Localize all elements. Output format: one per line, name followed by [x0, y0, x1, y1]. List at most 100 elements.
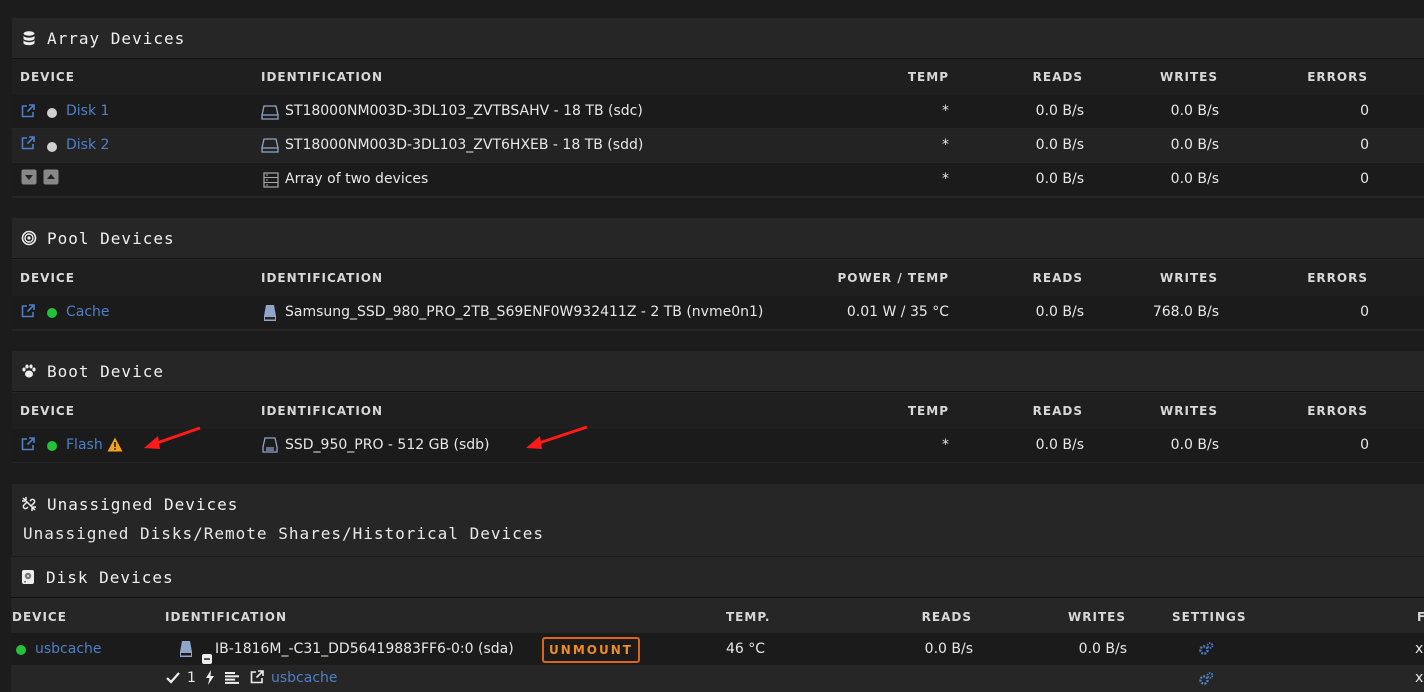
col-reads[interactable]: READS: [1033, 404, 1083, 418]
panel-title: Disk Devices: [46, 567, 174, 587]
device-link-cache[interactable]: Cache: [66, 304, 110, 320]
panel-title: Unassigned Devices: [47, 494, 239, 514]
reads-value: 0.0 B/s: [1035, 103, 1084, 119]
col-reads[interactable]: READS: [1033, 70, 1083, 84]
device-link-disk1[interactable]: Disk 1: [66, 103, 109, 119]
external-link-icon[interactable]: [21, 437, 35, 451]
panel-title: Pool Devices: [47, 228, 175, 248]
array-devices-panel: Array Devices DEVICE IDENTIFICATION TEMP…: [12, 18, 1424, 198]
col-device[interactable]: DEVICE: [20, 271, 75, 285]
annotation-arrow-identification: [526, 425, 588, 449]
boot-device-panel: Boot Device DEVICE IDENTIFICATION TEMP R…: [12, 351, 1424, 463]
table-row: Cache Samsung_SSD_980_PRO_2TB_S69ENF0W93…: [12, 296, 1424, 329]
settings-icon[interactable]: [1198, 641, 1214, 661]
reads-value: 0.0 B/s: [924, 641, 973, 657]
col-identification[interactable]: IDENTIFICATION: [261, 404, 383, 418]
col-device[interactable]: DEVICE: [20, 404, 75, 418]
expand-icon[interactable]: [43, 169, 59, 189]
partition-link-usbcache[interactable]: usbcache: [271, 670, 338, 686]
temp-value: *: [942, 437, 949, 453]
writes-value: 0.0 B/s: [1078, 641, 1127, 657]
log-icon[interactable]: [225, 672, 239, 688]
boot-device-header[interactable]: Boot Device: [12, 351, 1424, 392]
array-icon: [263, 172, 279, 192]
status-dot: [47, 108, 57, 118]
collapse-icon[interactable]: [21, 169, 37, 189]
settings-icon[interactable]: [1198, 671, 1214, 691]
col-writes[interactable]: WRITES: [1068, 610, 1126, 624]
partition-row: 1 usbcache x: [11, 665, 1424, 692]
unassigned-devices-header[interactable]: Unassigned Devices: [12, 484, 1424, 524]
panel-subtitle: Unassigned Disks/Remote Shares/Historica…: [23, 524, 545, 543]
device-link-disk2[interactable]: Disk 2: [66, 137, 109, 153]
col-settings[interactable]: SETTINGS: [1172, 610, 1247, 624]
identification-text: SSD_950_PRO - 512 GB (sdb): [285, 437, 490, 453]
table-row: Disk 2 ST18000NM003D-3DL103_ZVT6HXEB - 1…: [12, 129, 1424, 162]
column-header: DEVICE IDENTIFICATION TEMP READS WRITES …: [12, 59, 1424, 95]
status-dot: [16, 645, 26, 655]
disk-devices-panel: Disk Devices DEVICE IDENTIFICATION TEMP.…: [11, 557, 1424, 692]
disk-icon: [20, 569, 36, 585]
temp-value: *: [942, 171, 949, 187]
external-link-icon[interactable]: [21, 136, 35, 150]
col-errors[interactable]: ERRORS: [1307, 271, 1368, 285]
errors-value: 0: [1360, 437, 1369, 453]
col-reads[interactable]: READS: [1033, 271, 1083, 285]
device-link-usbcache[interactable]: usbcache: [35, 641, 102, 657]
check-icon: [166, 672, 180, 688]
col-writes[interactable]: WRITES: [1160, 271, 1218, 285]
ssd-icon: [262, 304, 278, 326]
ssd-icon: [178, 640, 194, 662]
col-identification[interactable]: IDENTIFICATION: [165, 610, 287, 624]
col-temp[interactable]: TEMP.: [726, 610, 770, 624]
writes-value: 0.0 B/s: [1170, 137, 1219, 153]
column-header: DEVICE IDENTIFICATION TEMP READS WRITES …: [12, 393, 1424, 429]
table-row: Flash SSD_950_PRO - 512 GB (sdb) * 0.0 B…: [12, 429, 1424, 462]
writes-value: 0.0 B/s: [1170, 171, 1219, 187]
col-temp[interactable]: TEMP: [908, 404, 949, 418]
col-identification[interactable]: IDENTIFICATION: [261, 70, 383, 84]
col-identification[interactable]: IDENTIFICATION: [261, 271, 383, 285]
external-link-icon[interactable]: [21, 304, 35, 318]
errors-value: 0: [1360, 103, 1369, 119]
errors-value: 0: [1360, 171, 1369, 187]
status-dot: [47, 441, 57, 451]
col-reads[interactable]: READS: [922, 610, 972, 624]
col-temp[interactable]: TEMP: [908, 70, 949, 84]
reads-value: 0.0 B/s: [1035, 171, 1084, 187]
unmount-button[interactable]: UNMOUNT: [542, 637, 640, 663]
disk-devices-header[interactable]: Disk Devices: [11, 557, 1424, 598]
identification-text: ST18000NM003D-3DL103_ZVTBSAHV - 18 TB (s…: [285, 103, 643, 119]
col-fs[interactable]: F: [1417, 610, 1424, 624]
col-device[interactable]: DEVICE: [20, 70, 75, 84]
col-writes[interactable]: WRITES: [1160, 70, 1218, 84]
array-devices-header[interactable]: Array Devices: [12, 18, 1424, 59]
table-row: Array of two devices * 0.0 B/s 0.0 B/s 0: [12, 163, 1424, 196]
paw-icon: [21, 363, 37, 379]
identification-text: Samsung_SSD_980_PRO_2TB_S69ENF0W932411Z …: [285, 304, 764, 320]
external-link-icon[interactable]: [21, 104, 35, 118]
device-link-flash[interactable]: Flash: [66, 437, 103, 453]
writes-value: 0.0 B/s: [1170, 437, 1219, 453]
fs-value: x: [1415, 670, 1424, 686]
col-device[interactable]: DEVICE: [12, 610, 67, 624]
database-icon: [21, 30, 37, 46]
external-link-icon[interactable]: [250, 670, 264, 684]
col-errors[interactable]: ERRORS: [1307, 404, 1368, 418]
panel-title: Array Devices: [47, 28, 186, 48]
column-header: DEVICE IDENTIFICATION TEMP. READS WRITES…: [11, 599, 1424, 633]
warning-icon[interactable]: [107, 437, 123, 456]
col-power-temp[interactable]: POWER / TEMP: [837, 271, 949, 285]
pool-icon: [21, 230, 37, 246]
col-writes[interactable]: WRITES: [1160, 404, 1218, 418]
bolt-icon[interactable]: [205, 670, 215, 689]
hdd-icon: [261, 104, 279, 124]
table-row: Disk 1 ST18000NM003D-3DL103_ZVTBSAHV - 1…: [12, 95, 1424, 128]
identification-text: IB-1816M_-C31_DD56419883FF6-0:0 (sda): [215, 641, 514, 657]
writes-value: 768.0 B/s: [1152, 304, 1219, 320]
errors-value: 0: [1360, 304, 1369, 320]
annotation-arrow-flash: [144, 426, 201, 449]
pool-devices-header[interactable]: Pool Devices: [12, 218, 1424, 259]
col-errors[interactable]: ERRORS: [1307, 70, 1368, 84]
reads-value: 0.0 B/s: [1035, 437, 1084, 453]
